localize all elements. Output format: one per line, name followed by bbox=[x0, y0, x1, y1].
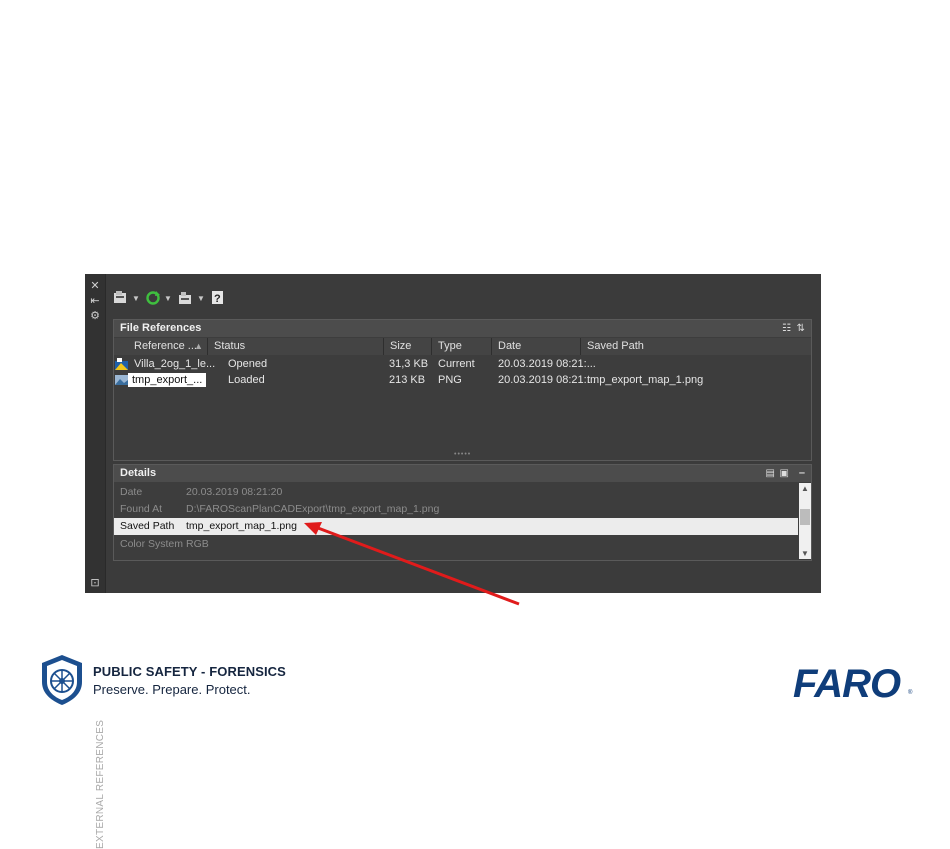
details-key: Saved Path bbox=[120, 520, 175, 532]
faro-logo: FARO bbox=[793, 662, 901, 706]
reference-saved-path: tmp_export_map_1.png bbox=[587, 374, 704, 386]
external-references-palette: ✕ ⇤ ⚙ ⊡ ▼ ▼ ▼ ? File References ☷ ⇅ Refe bbox=[85, 274, 821, 849]
palette-title-strip: ✕ ⇤ ⚙ ⊡ bbox=[85, 274, 106, 593]
image-file-icon bbox=[115, 373, 128, 391]
details-key: Found At bbox=[120, 503, 163, 515]
reference-status: Opened bbox=[228, 358, 268, 370]
refresh-dropdown-icon[interactable]: ▼ bbox=[164, 294, 172, 303]
details-section: Details ▤ ▣ – Date 20.03.2019 08:21:20 F… bbox=[113, 464, 812, 561]
collapse-icon[interactable]: – bbox=[799, 465, 805, 482]
refresh-icon[interactable] bbox=[145, 290, 161, 306]
column-date[interactable]: Date bbox=[492, 338, 581, 355]
scroll-up-icon[interactable]: ▲ bbox=[799, 484, 811, 493]
details-row-saved-path[interactable]: Saved Path tmp_export_map_1.png bbox=[114, 518, 798, 535]
close-icon[interactable]: ✕ bbox=[89, 280, 101, 292]
properties-icon[interactable]: ⚙ bbox=[89, 310, 101, 322]
details-header: Details ▤ ▣ – bbox=[114, 465, 811, 482]
registered-mark: ® bbox=[908, 690, 913, 696]
reference-status: Loaded bbox=[228, 374, 265, 386]
reference-type: Current bbox=[438, 358, 475, 370]
attach-dropdown-icon[interactable]: ▼ bbox=[132, 294, 140, 303]
splitter-grip[interactable]: ••••• bbox=[454, 451, 471, 458]
details-key: Date bbox=[120, 486, 143, 498]
auto-hide-icon[interactable]: ⇤ bbox=[89, 295, 101, 307]
preview-view-icon[interactable]: ▣ bbox=[780, 465, 789, 482]
file-references-section: File References ☷ ⇅ Reference ... ▲ Stat… bbox=[113, 319, 812, 461]
table-row[interactable]: tmp_export_... Loaded 213 KB PNG 20.03.2… bbox=[114, 373, 811, 388]
column-type[interactable]: Type bbox=[432, 338, 492, 355]
reference-size: 31,3 KB bbox=[389, 358, 429, 370]
details-scrollbar[interactable]: ▲ ▼ bbox=[799, 483, 811, 559]
file-references-header: File References ☷ ⇅ bbox=[114, 320, 811, 337]
palette-resize-icon[interactable]: ⊡ bbox=[89, 577, 101, 589]
palette-title: EXTERNAL REFERENCES bbox=[95, 719, 106, 849]
brand-title: PUBLIC SAFETY - FORENSICS bbox=[93, 664, 286, 679]
saved-path-field[interactable]: tmp_export_map_1.png bbox=[186, 518, 297, 535]
column-reference-label: Reference ... bbox=[134, 340, 197, 352]
reference-date: 20.03.2019 08:21:... bbox=[498, 358, 596, 370]
scroll-thumb[interactable] bbox=[800, 509, 810, 525]
change-path-dropdown-icon[interactable]: ▼ bbox=[197, 294, 205, 303]
shield-logo-icon bbox=[42, 655, 82, 705]
details-value: 20.03.2019 08:21:20 bbox=[186, 486, 283, 498]
details-value: RGB bbox=[186, 538, 209, 550]
help-glyph: ? bbox=[214, 293, 221, 305]
tree-view-icon[interactable]: ⇅ bbox=[797, 320, 805, 337]
help-icon[interactable]: ? bbox=[211, 290, 225, 306]
scroll-down-icon[interactable]: ▼ bbox=[799, 549, 811, 558]
details-row: Found At D:\FAROScanPlanCADExport\tmp_ex… bbox=[114, 501, 798, 518]
details-row: Date 20.03.2019 08:21:20 bbox=[114, 484, 798, 501]
brand-tagline: Preserve. Prepare. Protect. bbox=[93, 682, 251, 697]
reference-name-selected[interactable]: tmp_export_... bbox=[128, 373, 206, 387]
details-title: Details bbox=[120, 467, 157, 479]
column-reference-name[interactable]: Reference ... ▲ bbox=[128, 338, 208, 355]
table-row[interactable]: Villa_2og_1_le... Opened 31,3 KB Current… bbox=[114, 357, 811, 372]
details-view-icon[interactable]: ▤ bbox=[766, 465, 775, 482]
details-row: Color System RGB bbox=[114, 536, 798, 553]
details-value: D:\FAROScanPlanCADExport\tmp_export_map_… bbox=[186, 503, 440, 515]
column-size[interactable]: Size bbox=[384, 338, 432, 355]
reference-size: 213 KB bbox=[389, 374, 426, 386]
column-saved-path[interactable]: Saved Path bbox=[581, 338, 811, 355]
sort-ascending-icon: ▲ bbox=[194, 341, 203, 351]
details-key: Color System bbox=[120, 538, 184, 550]
attach-dwg-icon[interactable] bbox=[113, 290, 129, 306]
file-references-title: File References bbox=[120, 322, 202, 334]
change-path-icon[interactable] bbox=[178, 290, 194, 306]
column-status[interactable]: Status bbox=[208, 338, 384, 355]
list-view-icon[interactable]: ☷ bbox=[782, 320, 791, 337]
reference-date: 20.03.2019 08:21:... bbox=[498, 374, 596, 386]
references-column-header: Reference ... ▲ Status Size Type Date Sa… bbox=[114, 338, 811, 355]
reference-type: PNG bbox=[438, 374, 462, 386]
reference-name: Villa_2og_1_le... bbox=[134, 358, 216, 370]
